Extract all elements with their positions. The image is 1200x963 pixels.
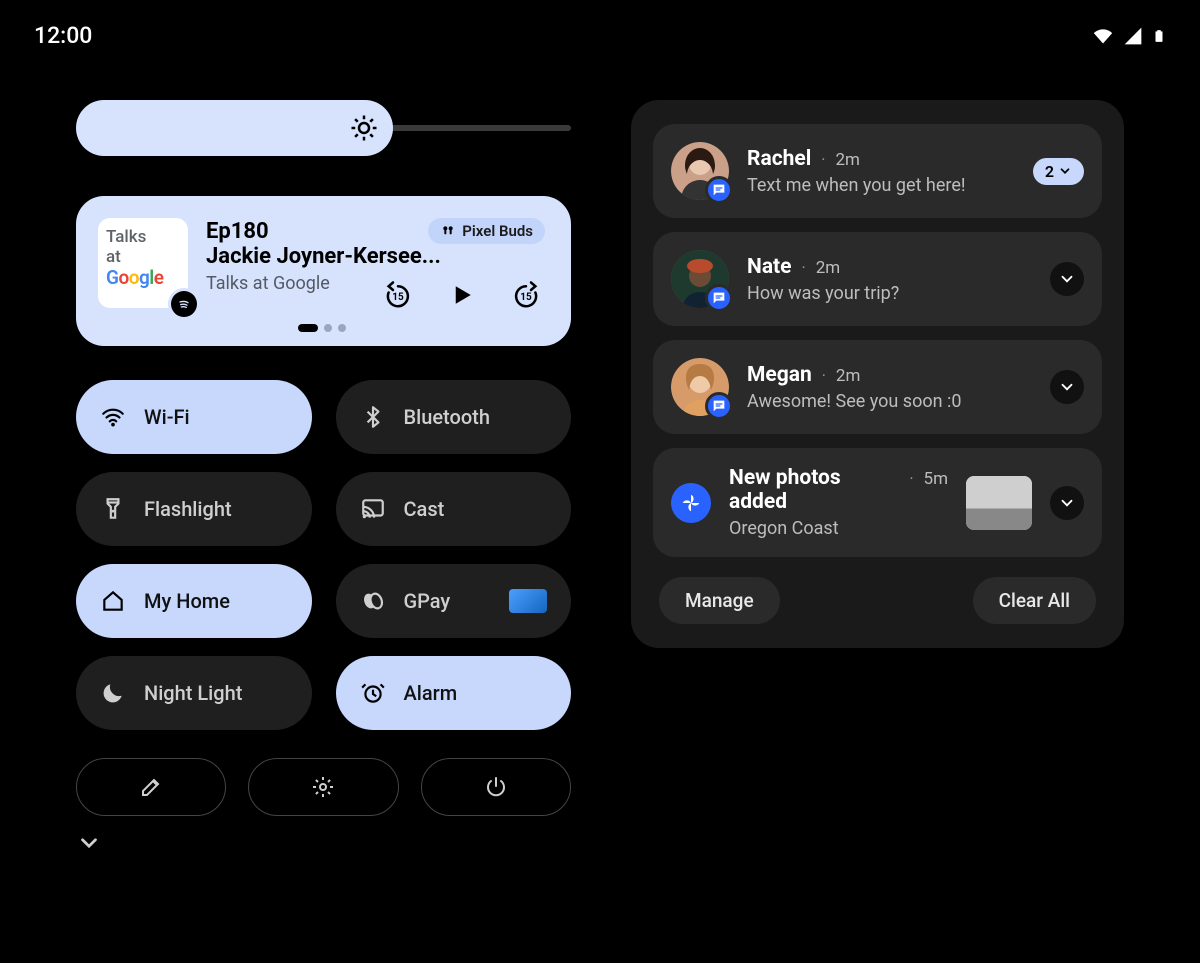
- wifi-status-icon: [1092, 26, 1114, 46]
- qs-tile-label: Alarm: [404, 681, 458, 705]
- media-card[interactable]: Talks at Google Ep180 Pixel Bu: [76, 196, 571, 346]
- settings-button[interactable]: [248, 758, 398, 816]
- qs-tile-label: My Home: [144, 589, 230, 613]
- spotify-badge: [168, 288, 200, 320]
- skip-back-button[interactable]: 15: [383, 280, 413, 310]
- qs-tile-label: Wi-Fi: [144, 405, 190, 429]
- bluetooth-icon: [360, 404, 386, 430]
- clear-all-button[interactable]: Clear All: [973, 577, 1096, 624]
- notification-count-chip[interactable]: 2: [1033, 158, 1084, 185]
- messages-badge-icon: [705, 392, 733, 420]
- expand-button[interactable]: [1050, 262, 1084, 296]
- avatar: [671, 358, 729, 416]
- qs-tile-bluetooth[interactable]: Bluetooth: [336, 380, 572, 454]
- quick-settings-panel: Talks at Google Ep180 Pixel Bu: [76, 100, 571, 943]
- pager-dot: [338, 324, 346, 332]
- cast-icon: [360, 496, 386, 522]
- quick-settings-grid: Wi-Fi Bluetooth Flashlight Cast: [76, 380, 571, 730]
- notification-count: 2: [1045, 162, 1054, 181]
- cell-signal-icon: [1122, 26, 1144, 46]
- album-art-line1: Talks: [106, 227, 146, 247]
- media-album-art: Talks at Google: [98, 218, 188, 308]
- notification-body: Text me when you get here!: [747, 175, 1015, 196]
- wifi-icon: [100, 404, 126, 430]
- clock: 12:00: [34, 22, 92, 49]
- power-button[interactable]: [421, 758, 571, 816]
- notification-actions: Manage Clear All: [653, 571, 1102, 626]
- qs-tile-label: Bluetooth: [404, 405, 490, 429]
- qs-tile-label: Cast: [404, 497, 445, 521]
- notification-body: Awesome! See you soon :0: [747, 391, 1032, 412]
- photos-app-icon: [671, 483, 711, 523]
- home-icon: [100, 588, 126, 614]
- qs-tile-label: Night Light: [144, 681, 242, 705]
- gpay-icon: [360, 588, 386, 614]
- earbuds-icon: [440, 223, 456, 239]
- media-artist: Jackie Joyner-Kersee...: [206, 244, 545, 269]
- alarm-icon: [360, 680, 386, 706]
- notification-item[interactable]: Rachel · 2m Text me when you get here! 2: [653, 124, 1102, 218]
- pager-dot: [324, 324, 332, 332]
- skip-forward-button[interactable]: 15: [511, 280, 541, 310]
- messages-badge-icon: [705, 284, 733, 312]
- qs-tile-home[interactable]: My Home: [76, 564, 312, 638]
- qs-tile-label: GPay: [404, 589, 451, 613]
- notification-item[interactable]: New photos added · 5m Oregon Coast: [653, 448, 1102, 557]
- brightness-fill: [76, 100, 393, 156]
- edit-tiles-button[interactable]: [76, 758, 226, 816]
- expand-button[interactable]: [1050, 370, 1084, 404]
- expand-button[interactable]: [1050, 486, 1084, 520]
- expand-handle[interactable]: [76, 830, 571, 856]
- manage-button[interactable]: Manage: [659, 577, 780, 624]
- notification-sender: Nate: [747, 255, 792, 279]
- media-title: Ep180: [206, 219, 269, 244]
- qs-tile-alarm[interactable]: Alarm: [336, 656, 572, 730]
- notification-shade: Rachel · 2m Text me when you get here! 2: [631, 100, 1124, 648]
- battery-icon: [1152, 26, 1166, 46]
- play-button[interactable]: [447, 280, 477, 310]
- svg-text:15: 15: [520, 292, 532, 303]
- status-icons: [1092, 26, 1166, 46]
- notification-time: 5m: [924, 469, 948, 489]
- notification-body: Oregon Coast: [729, 518, 948, 539]
- brightness-slider[interactable]: [76, 100, 571, 156]
- media-pager[interactable]: [98, 324, 545, 332]
- flashlight-icon: [100, 496, 126, 522]
- media-output-chip[interactable]: Pixel Buds: [428, 218, 545, 244]
- brightness-icon: [349, 113, 379, 143]
- avatar: [671, 250, 729, 308]
- qs-tile-flashlight[interactable]: Flashlight: [76, 472, 312, 546]
- notification-title: New photos added: [729, 466, 899, 514]
- pager-dot: [298, 324, 318, 332]
- notification-sender: Megan: [747, 363, 812, 387]
- notification-thumbnail: [966, 476, 1032, 530]
- qs-tile-gpay[interactable]: GPay: [336, 564, 572, 638]
- notification-item[interactable]: Nate · 2m How was your trip?: [653, 232, 1102, 326]
- qs-tile-wifi[interactable]: Wi-Fi: [76, 380, 312, 454]
- notification-sender: Rachel: [747, 147, 811, 171]
- notification-time: 2m: [816, 258, 840, 278]
- status-bar: 12:00: [0, 22, 1200, 49]
- notification-body: How was your trip?: [747, 283, 1032, 304]
- notification-time: 2m: [836, 366, 860, 386]
- quick-settings-actions: [76, 758, 571, 816]
- qs-tile-label: Flashlight: [144, 497, 232, 521]
- notification-item[interactable]: Megan · 2m Awesome! See you soon :0: [653, 340, 1102, 434]
- google-wordmark: Google: [106, 266, 163, 289]
- qs-tile-cast[interactable]: Cast: [336, 472, 572, 546]
- messages-badge-icon: [705, 176, 733, 204]
- gpay-card-graphic: [509, 589, 547, 613]
- qs-tile-nightlight[interactable]: Night Light: [76, 656, 312, 730]
- svg-text:15: 15: [392, 292, 404, 303]
- avatar: [671, 142, 729, 200]
- moon-icon: [100, 680, 126, 706]
- album-art-line2: at: [106, 247, 121, 267]
- notification-time: 2m: [835, 150, 859, 170]
- media-output-label: Pixel Buds: [462, 222, 533, 240]
